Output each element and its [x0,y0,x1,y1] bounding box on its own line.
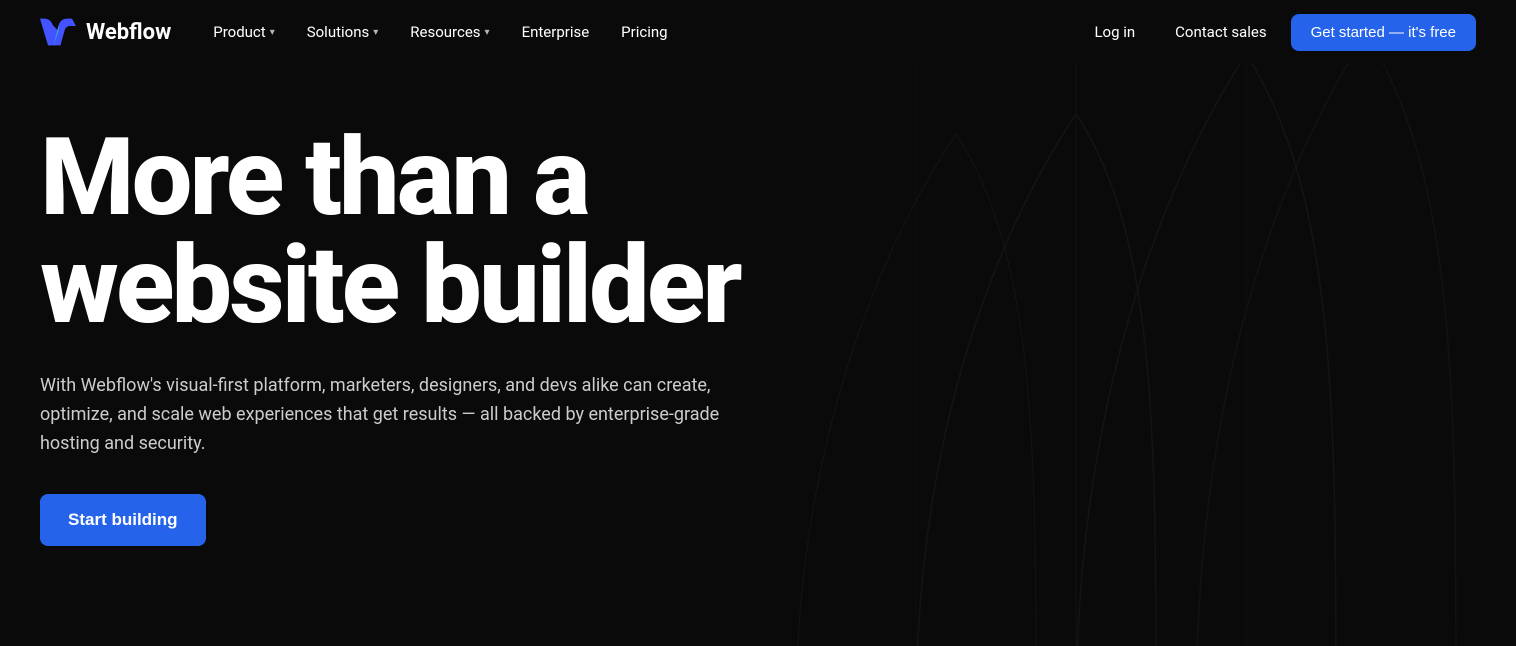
webflow-logo-icon [40,18,76,46]
nav-left: Webflow Product ▾ Solutions ▾ Resources … [40,15,682,49]
hero-description: With Webflow's visual-first platform, ma… [40,372,780,458]
nav-resources[interactable]: Resources ▾ [396,15,503,49]
hero-section: More than a website builder With Webflow… [0,64,1516,646]
login-button[interactable]: Log in [1078,15,1151,49]
get-started-button[interactable]: Get started — it's free [1291,14,1476,51]
logo-text: Webflow [86,20,171,45]
nav-links: Product ▾ Solutions ▾ Resources ▾ Enterp… [199,15,681,49]
nav-pricing[interactable]: Pricing [607,15,681,49]
navigation: Webflow Product ▾ Solutions ▾ Resources … [0,0,1516,64]
nav-right: Log in Contact sales Get started — it's … [1078,14,1476,51]
product-chevron-icon: ▾ [270,27,275,38]
start-building-button[interactable]: Start building [40,494,206,546]
hero-title: More than a website builder [40,124,860,340]
solutions-chevron-icon: ▾ [373,27,378,38]
resources-chevron-icon: ▾ [485,27,490,38]
contact-sales-button[interactable]: Contact sales [1159,15,1282,49]
hero-content: More than a website builder With Webflow… [40,124,860,546]
nav-product[interactable]: Product ▾ [199,15,288,49]
logo[interactable]: Webflow [40,18,171,46]
nav-solutions[interactable]: Solutions ▾ [293,15,393,49]
nav-enterprise[interactable]: Enterprise [508,15,604,49]
